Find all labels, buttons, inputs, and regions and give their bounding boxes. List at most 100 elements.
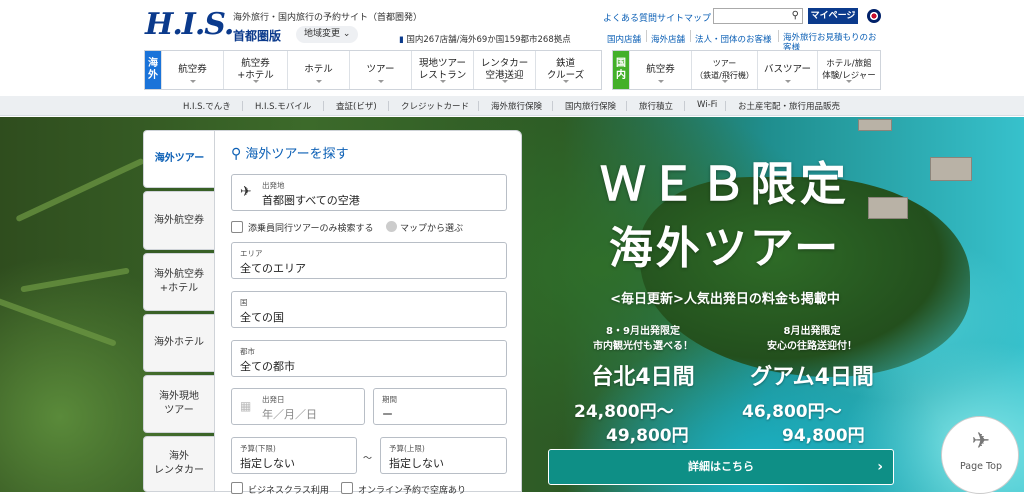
overseas-nav-flight[interactable]: 航空券 (161, 51, 223, 89)
his-logo[interactable]: H.I.S. (145, 8, 234, 42)
overseas-stores-link[interactable]: 海外店舗 (651, 33, 685, 45)
deal1-title: 台北4日間 (591, 365, 695, 390)
domestic-nav: 国内 航空券 ツアー （鉄道/飛行機） バスツアー ホテル/旅館 体験/レジャー (612, 50, 881, 90)
business-class-label[interactable]: ビジネスクラス利用 (248, 483, 329, 496)
deal2-price-max: 94,800円 (782, 426, 865, 446)
map-radio[interactable] (386, 221, 397, 232)
deal1-note2: 市内観光付も選べる！ (593, 341, 693, 352)
budget-min-value: 指定しない (240, 457, 295, 470)
region-change-label: 地域変更 (304, 29, 341, 39)
country-select[interactable]: 国 全ての国 (231, 291, 507, 328)
details-button[interactable]: 詳細はこちら › (548, 449, 894, 485)
region-change-button[interactable]: 地域変更 ⌄ (296, 26, 359, 43)
subnav-domestic-insurance[interactable]: 国内旅行保険 (565, 100, 616, 112)
palm-leaf-image (15, 157, 145, 223)
corporate-link[interactable]: 法人・団体のお客様 (695, 33, 772, 45)
subnav-visa[interactable]: 査証(ビザ) (336, 100, 377, 112)
tab-overseas-hotel[interactable]: 海外ホテル (143, 314, 215, 372)
business-class-checkbox[interactable] (231, 482, 243, 494)
map-select-label[interactable]: マップから選ぶ (400, 221, 463, 234)
overseas-nav-tour[interactable]: ツアー (349, 51, 411, 89)
store-stats-text: 国内267店舗/海外69か国159都市268拠点 (406, 35, 571, 45)
overseas-nav-hotel[interactable]: ホテル (287, 51, 349, 89)
domestic-nav-bus-tour[interactable]: バスツアー (757, 51, 817, 89)
domestic-stores-link[interactable]: 国内店舗 (607, 33, 641, 45)
subnav-souvenir[interactable]: お土産宅配・旅行用品販売 (738, 100, 840, 112)
region-title: 首都圏版 (233, 29, 282, 43)
search-panel-title: ⚲ 海外ツアーを探す (231, 143, 349, 162)
tab-overseas-tour[interactable]: 海外ツアー (143, 130, 215, 188)
subnav-wifi[interactable]: Wi-Fi (697, 100, 717, 110)
subnav-overseas-insurance[interactable]: 海外旅行保険 (491, 100, 542, 112)
departure-value: 首都圏すべての空港 (262, 194, 360, 207)
budget-max-label: 予算(上限) (389, 444, 425, 453)
faq-link[interactable]: よくある質問 (603, 11, 657, 24)
tab-overseas-flight-hotel[interactable]: 海外航空券 +ホテル (143, 253, 215, 311)
online-available-checkbox[interactable] (341, 482, 353, 494)
service-subnav: H.I.S.でんき H.I.S.モバイル 査証(ビザ) クレジットカード 海外旅… (0, 96, 1024, 116)
chevron-right-icon: › (877, 459, 883, 475)
site-tagline: 海外旅行・国内旅行の予約サイト（首都圏発） (233, 13, 423, 23)
airplane-icon: ✈ (240, 184, 252, 200)
area-select[interactable]: エリア 全てのエリア (231, 242, 507, 279)
tab-overseas-rentacar[interactable]: 海外 レンタカー (143, 436, 215, 492)
deal2-note2: 安心の往路送迎付！ (767, 341, 857, 352)
english-flag-icon[interactable] (867, 9, 881, 23)
domestic-nav-hotel[interactable]: ホテル/旅館 体験/レジャー (817, 51, 880, 89)
details-button-label: 詳細はこちら (688, 460, 754, 473)
divider (778, 30, 779, 42)
divider (646, 30, 647, 42)
overseas-nav-rentacar[interactable]: レンタカー 空港送迎 (473, 51, 535, 89)
subnav-savings[interactable]: 旅行積立 (639, 100, 673, 112)
page-top-label: Page Top (959, 461, 1003, 472)
period-select[interactable]: 期間 ー (373, 388, 507, 425)
site-search-input[interactable]: ⚲ (713, 8, 803, 24)
deal1-note1: 8・9月出発限定 (606, 326, 680, 337)
domestic-nav-tour[interactable]: ツアー （鉄道/飛行機） (691, 51, 757, 89)
sitemap-link[interactable]: サイトマップ (657, 11, 711, 24)
city-label: 都市 (240, 347, 255, 356)
overseas-nav-flight-hotel[interactable]: 航空券 +ホテル (223, 51, 287, 89)
deal1-price-max: 49,800円 (606, 426, 689, 446)
online-available-label[interactable]: オンライン予約で空席あり (358, 483, 466, 496)
chevron-down-icon: ⌄ (342, 29, 351, 39)
subnav-mobile[interactable]: H.I.S.モバイル (255, 100, 311, 112)
departure-label: 出発地 (262, 181, 285, 190)
departure-field[interactable]: ✈ 出発地 首都圏すべての空港 (231, 174, 507, 211)
date-placeholder: 年／月／日 (262, 408, 317, 421)
budget-tilde: ～ (363, 454, 373, 464)
deal2-title: グアム4日間 (750, 365, 874, 390)
period-value: ー (382, 408, 393, 421)
tour-search-panel: ⚲ 海外ツアーを探す ✈ 出発地 首都圏すべての空港 添乗員同行ツアーのみ検索す… (214, 130, 522, 496)
search-panel-title-text: 海外ツアーを探す (245, 147, 349, 162)
tab-overseas-local-tour[interactable]: 海外現地 ツアー (143, 375, 215, 433)
store-stats: ▮ 国内267店舗/海外69か国159都市268拠点 (399, 33, 571, 45)
budget-min-select[interactable]: 予算(下限) 指定しない (231, 437, 357, 474)
overseas-label: 海外 (145, 51, 161, 89)
airplane-icon: ✈ (971, 429, 991, 454)
search-icon[interactable]: ⚲ (792, 10, 799, 21)
subnav-credit-card[interactable]: クレジットカード (401, 100, 469, 112)
city-value: 全ての都市 (240, 360, 295, 373)
city-select[interactable]: 都市 全ての都市 (231, 340, 507, 377)
domestic-nav-flight[interactable]: 航空券 (629, 51, 691, 89)
hut-image (930, 157, 972, 181)
page-top-button[interactable]: ✈ Page Top (941, 416, 1019, 494)
escort-only-label[interactable]: 添乗員同行ツアーのみ検索する (248, 221, 373, 234)
area-label: エリア (240, 249, 263, 258)
overseas-nav-rail-cruise[interactable]: 鉄道 クルーズ (535, 51, 595, 89)
palm-leaf-image (20, 267, 130, 293)
mypage-button[interactable]: マイページ (808, 8, 858, 24)
overseas-nav-local-tour[interactable]: 現地ツアー レストラン (411, 51, 473, 89)
header: H.I.S. 海外旅行・国内旅行の予約サイト（首都圏発） 首都圏版 地域変更 ⌄… (0, 0, 1024, 53)
budget-max-select[interactable]: 予算(上限) 指定しない (380, 437, 507, 474)
hut-image (858, 119, 892, 131)
budget-max-value: 指定しない (389, 457, 444, 470)
departure-date-field[interactable]: ▦ 出発日 年／月／日 (231, 388, 365, 425)
escort-only-checkbox[interactable] (231, 221, 243, 233)
tab-overseas-flight[interactable]: 海外航空券 (143, 191, 215, 250)
overseas-nav: 海外 航空券 航空券 +ホテル ホテル ツアー 現地ツアー レストラン レンタカ… (144, 50, 602, 90)
palm-leaf-image (0, 293, 117, 347)
country-label: 国 (240, 298, 248, 307)
subnav-denki[interactable]: H.I.S.でんき (183, 100, 231, 112)
